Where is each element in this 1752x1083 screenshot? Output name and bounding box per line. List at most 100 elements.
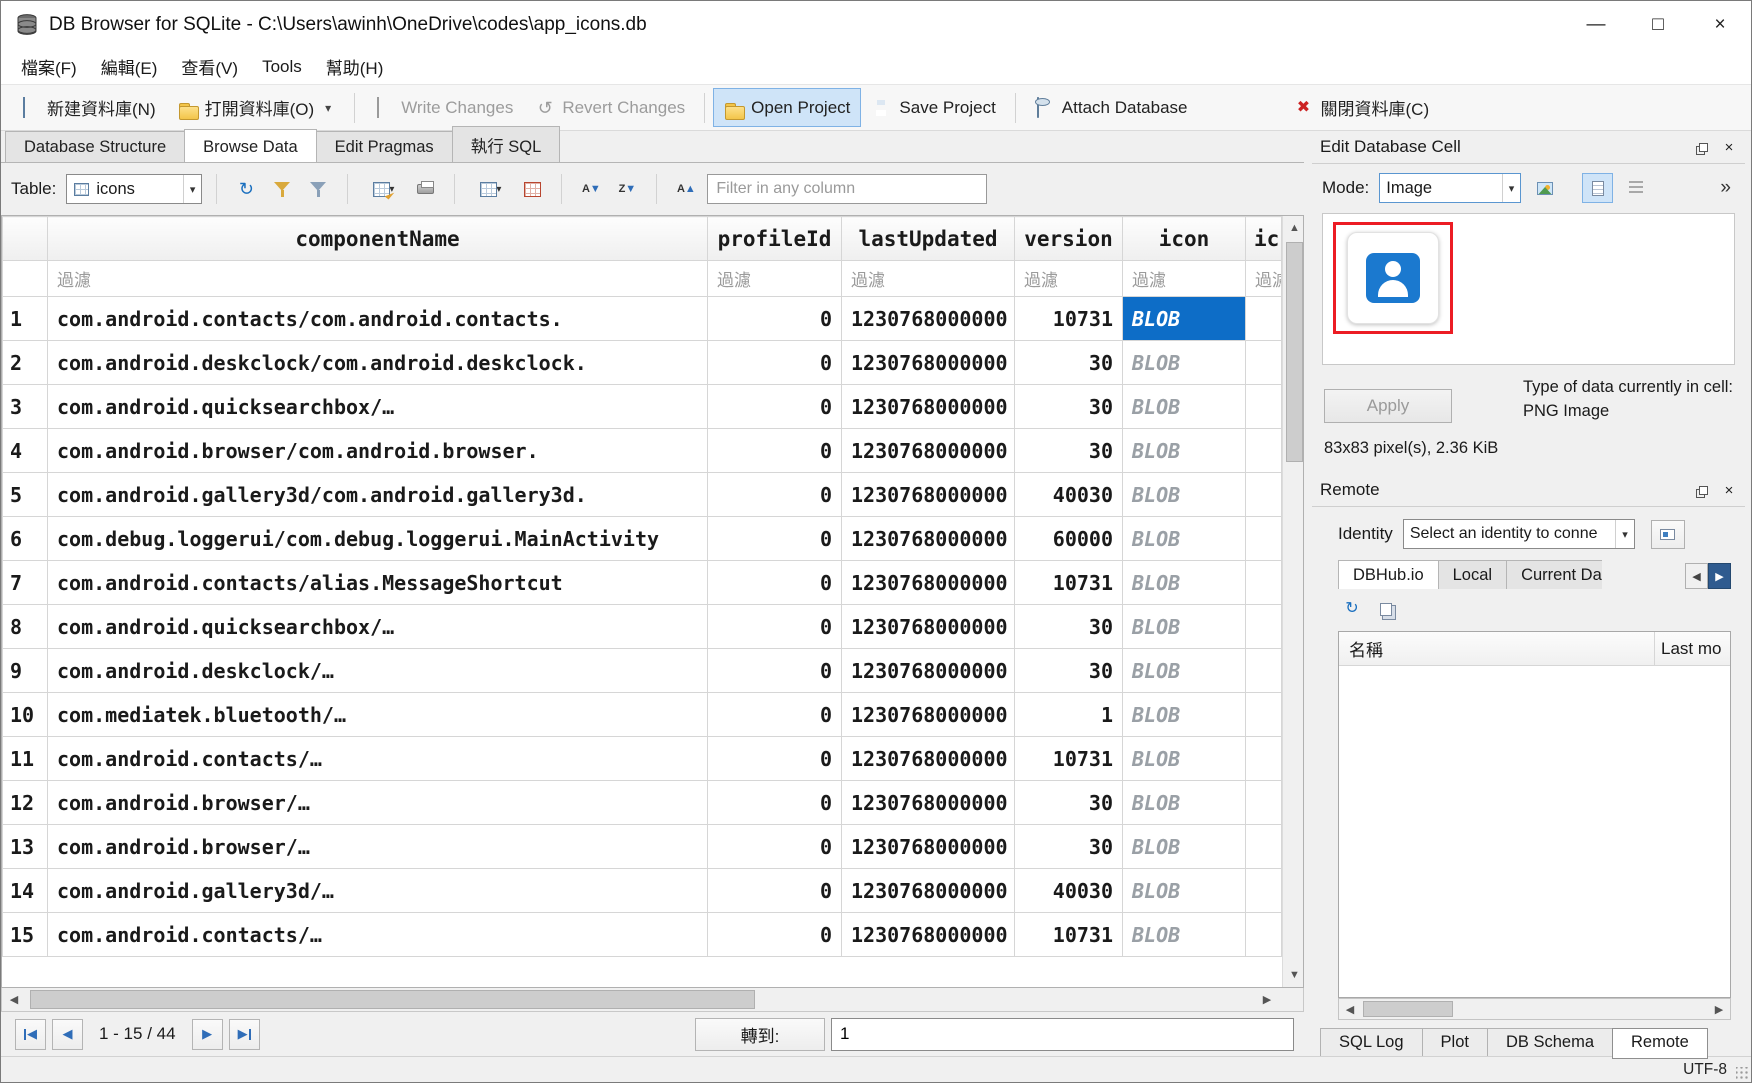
icon-blob-cell[interactable]: BLOB xyxy=(1123,913,1246,957)
profileId-cell[interactable]: 0 xyxy=(708,649,842,693)
icon-blob-cell[interactable]: BLOB xyxy=(1123,649,1246,693)
version-cell[interactable]: 30 xyxy=(1015,649,1123,693)
column-header-name[interactable]: 名稱 xyxy=(1339,636,1654,661)
partial-cell[interactable] xyxy=(1246,737,1282,781)
scroll-right-icon[interactable]: ▶ xyxy=(1708,999,1730,1019)
mode-select[interactable]: Image ▾ xyxy=(1379,173,1521,203)
icon-blob-cell[interactable]: BLOB xyxy=(1123,429,1246,473)
partial-cell[interactable] xyxy=(1246,517,1282,561)
refresh-button[interactable]: ↻ xyxy=(231,174,261,204)
lastUpdated-cell[interactable]: 1230768000000 xyxy=(842,737,1015,781)
table-select[interactable]: icons ▾ xyxy=(66,174,202,204)
partial-cell[interactable] xyxy=(1246,605,1282,649)
row-number-cell[interactable]: 11 xyxy=(3,737,48,781)
row-number-cell[interactable]: 12 xyxy=(3,781,48,825)
menu-edit[interactable]: 編輯(E) xyxy=(89,48,170,85)
icon-blob-cell[interactable]: BLOB xyxy=(1123,693,1246,737)
version-cell[interactable]: 30 xyxy=(1015,781,1123,825)
partial-cell[interactable] xyxy=(1246,385,1282,429)
text-view-toggle-button[interactable] xyxy=(1582,173,1613,203)
resize-grip-icon[interactable] xyxy=(1736,1067,1749,1080)
filter-partial[interactable]: 過濾 xyxy=(1246,261,1282,297)
version-cell[interactable]: 30 xyxy=(1015,429,1123,473)
version-cell[interactable]: 30 xyxy=(1015,341,1123,385)
componentName-cell[interactable]: com.android.deskclock/… xyxy=(48,649,708,693)
icon-blob-cell[interactable]: BLOB xyxy=(1123,341,1246,385)
float-panel-button[interactable] xyxy=(1691,479,1715,501)
column-header-lastUpdated[interactable]: lastUpdated xyxy=(842,217,1015,261)
scroll-left-icon[interactable]: ◀ xyxy=(1339,999,1361,1019)
profileId-cell[interactable]: 0 xyxy=(708,605,842,649)
partial-cell[interactable] xyxy=(1246,341,1282,385)
componentName-cell[interactable]: com.android.browser/… xyxy=(48,825,708,869)
version-cell[interactable]: 10731 xyxy=(1015,561,1123,605)
maximize-icon[interactable]: □ xyxy=(1627,1,1689,49)
version-cell[interactable]: 30 xyxy=(1015,385,1123,429)
clear-sort-button[interactable]: A▲ xyxy=(671,174,701,204)
vertical-scroll-thumb[interactable] xyxy=(1286,242,1303,462)
next-page-button[interactable]: ▶ xyxy=(192,1019,223,1050)
open-database-dropdown-icon[interactable]: ▾ xyxy=(321,97,335,119)
last-page-button[interactable]: ▶ xyxy=(229,1019,260,1050)
lastUpdated-cell[interactable]: 1230768000000 xyxy=(842,385,1015,429)
tab-current-database[interactable]: Current Dat xyxy=(1506,560,1602,589)
lastUpdated-cell[interactable]: 1230768000000 xyxy=(842,605,1015,649)
tab-scroll-left-icon[interactable]: ◀ xyxy=(1685,563,1708,589)
insert-record-button[interactable]: ▾ xyxy=(469,174,511,204)
componentName-cell[interactable]: com.android.gallery3d/… xyxy=(48,869,708,913)
lastUpdated-cell[interactable]: 1230768000000 xyxy=(842,473,1015,517)
filter-icon[interactable]: 過濾 xyxy=(1123,261,1246,297)
horizontal-scroll-thumb[interactable] xyxy=(30,990,755,1009)
row-number-cell[interactable]: 7 xyxy=(3,561,48,605)
tab-sql-log[interactable]: SQL Log xyxy=(1320,1028,1423,1059)
version-cell[interactable]: 1 xyxy=(1015,693,1123,737)
row-number-cell[interactable]: 10 xyxy=(3,693,48,737)
componentName-cell[interactable]: com.android.gallery3d/com.android.galler… xyxy=(48,473,708,517)
version-cell[interactable]: 60000 xyxy=(1015,517,1123,561)
filter-version[interactable]: 過濾 xyxy=(1015,261,1123,297)
profileId-cell[interactable]: 0 xyxy=(708,913,842,957)
version-cell[interactable]: 40030 xyxy=(1015,869,1123,913)
lastUpdated-cell[interactable]: 1230768000000 xyxy=(842,561,1015,605)
icon-blob-cell[interactable]: BLOB xyxy=(1123,825,1246,869)
lastUpdated-cell[interactable]: 1230768000000 xyxy=(842,869,1015,913)
open-database-button[interactable]: 打開資料庫(O) ▾ xyxy=(167,88,347,127)
identity-select[interactable]: Select an identity to conne ▾ xyxy=(1403,519,1635,549)
version-cell[interactable]: 40030 xyxy=(1015,473,1123,517)
column-header-componentName[interactable]: componentName xyxy=(48,217,708,261)
tab-dbhub[interactable]: DBHub.io xyxy=(1338,560,1439,589)
save-filter-button[interactable] xyxy=(303,174,333,204)
export-image-button[interactable] xyxy=(1529,173,1560,203)
profileId-cell[interactable]: 0 xyxy=(708,517,842,561)
tab-scroll-right-icon[interactable]: ▶ xyxy=(1708,563,1731,589)
tab-browse-data[interactable]: Browse Data xyxy=(184,129,316,162)
scroll-left-icon[interactable]: ◀ xyxy=(2,988,26,1011)
close-panel-button[interactable]: × xyxy=(1717,136,1741,158)
menu-tools[interactable]: Tools xyxy=(250,51,314,83)
float-panel-button[interactable] xyxy=(1691,136,1715,158)
profileId-cell[interactable]: 0 xyxy=(708,693,842,737)
toolbar-overflow-icon[interactable]: » xyxy=(1720,177,1735,199)
tab-database-structure[interactable]: Database Structure xyxy=(5,131,185,162)
first-page-button[interactable]: ◀ xyxy=(15,1019,46,1050)
lastUpdated-cell[interactable]: 1230768000000 xyxy=(842,649,1015,693)
partial-cell[interactable] xyxy=(1246,649,1282,693)
filter-profileId[interactable]: 過濾 xyxy=(708,261,842,297)
profileId-cell[interactable]: 0 xyxy=(708,341,842,385)
row-number-cell[interactable]: 9 xyxy=(3,649,48,693)
partial-cell[interactable] xyxy=(1246,429,1282,473)
menu-help[interactable]: 幫助(H) xyxy=(314,48,396,85)
componentName-cell[interactable]: com.android.contacts/… xyxy=(48,913,708,957)
previous-page-button[interactable]: ◀ xyxy=(52,1019,83,1050)
clear-filters-button[interactable] xyxy=(267,174,297,204)
componentName-cell[interactable]: com.android.browser/com.android.browser. xyxy=(48,429,708,473)
partial-cell[interactable] xyxy=(1246,561,1282,605)
close-panel-button[interactable]: × xyxy=(1717,479,1741,501)
pane-splitter[interactable] xyxy=(1304,131,1312,1056)
icon-blob-cell[interactable]: BLOB xyxy=(1123,297,1246,341)
horizontal-scrollbar[interactable]: ◀ ▶ xyxy=(1,988,1304,1012)
column-header-icon[interactable]: icon xyxy=(1123,217,1246,261)
profileId-cell[interactable]: 0 xyxy=(708,869,842,913)
componentName-cell[interactable]: com.debug.loggerui/com.debug.loggerui.Ma… xyxy=(48,517,708,561)
lastUpdated-cell[interactable]: 1230768000000 xyxy=(842,693,1015,737)
